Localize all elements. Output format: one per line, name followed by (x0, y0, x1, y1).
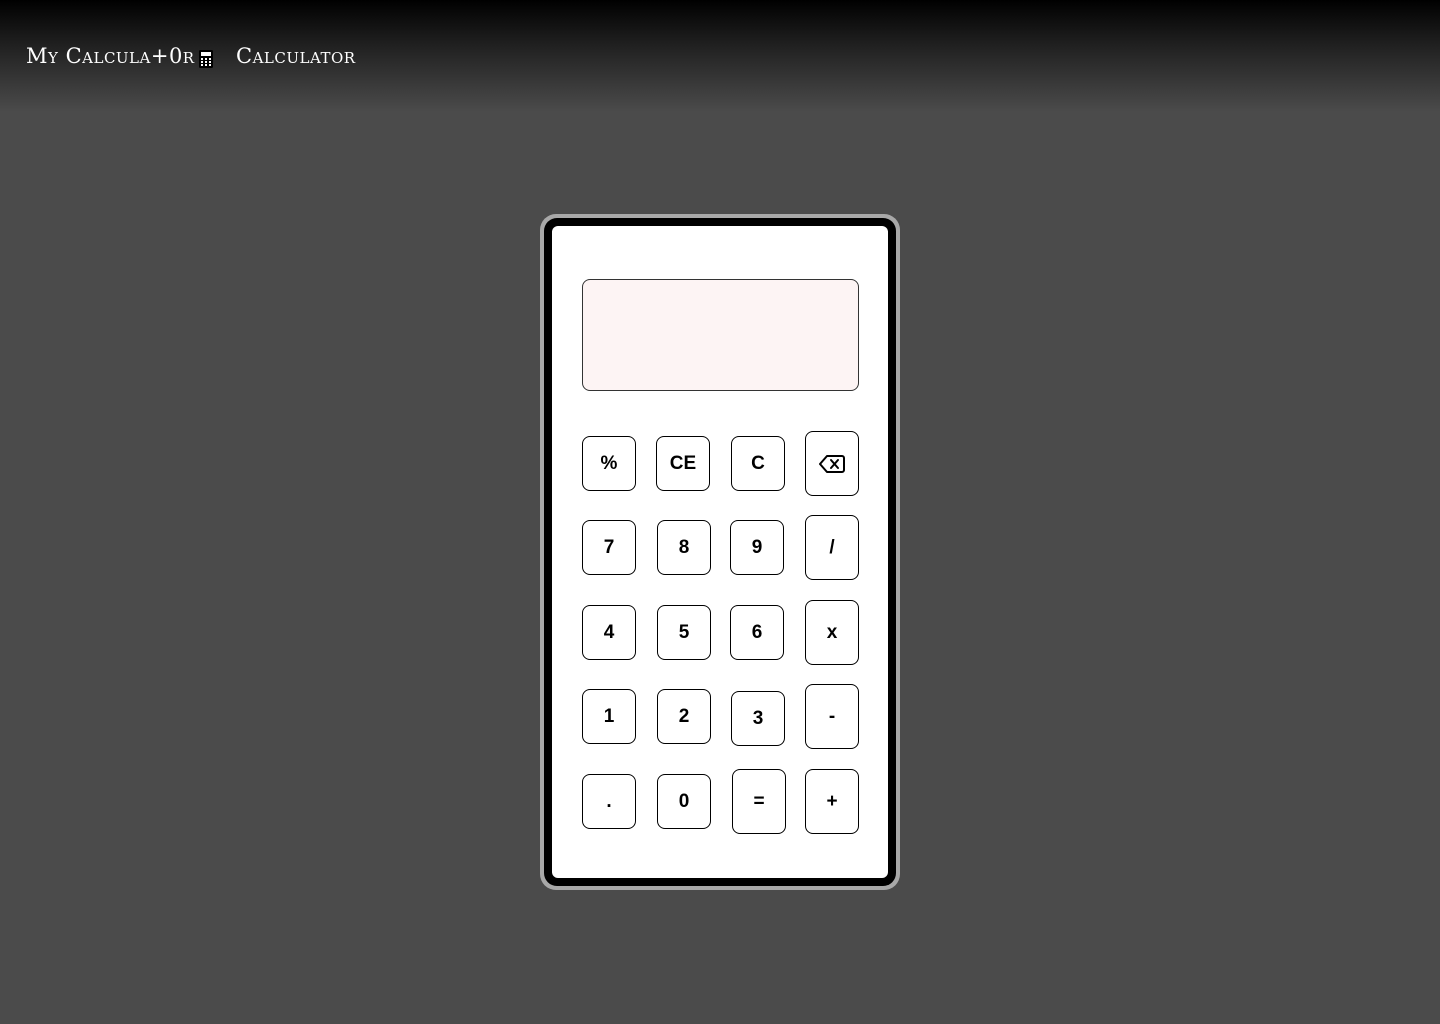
digit-2-button[interactable]: 2 (657, 689, 711, 744)
digit-6-button[interactable]: 6 (730, 605, 784, 660)
digit-7-button[interactable]: 7 (582, 520, 636, 575)
calculator-body: % CE C 7 8 9 / 4 5 6 x 1 2 3 - . 0 = + (552, 226, 888, 878)
digit-3-button[interactable]: 3 (731, 691, 785, 746)
minus-button[interactable]: - (805, 684, 859, 749)
brand[interactable]: My Calcula+0r (26, 44, 213, 68)
plus-button[interactable]: + (805, 769, 859, 834)
clear-button[interactable]: C (731, 436, 785, 491)
divide-button[interactable]: / (805, 515, 859, 580)
top-navigation-bar: My Calcula+0r Calculator (0, 0, 1440, 112)
backspace-icon (819, 454, 845, 474)
equals-button[interactable]: = (732, 769, 786, 834)
calculator-icon (198, 49, 213, 68)
digit-9-button[interactable]: 9 (730, 520, 784, 575)
brand-title: My Calcula+0r (26, 44, 195, 68)
backspace-button[interactable] (805, 431, 859, 496)
digit-5-button[interactable]: 5 (657, 605, 711, 660)
calculator-display[interactable] (582, 279, 859, 391)
nav-link-calculator[interactable]: Calculator (236, 44, 356, 68)
decimal-button[interactable]: . (582, 774, 636, 829)
calculator-frame: % CE C 7 8 9 / 4 5 6 x 1 2 3 - . 0 = + (540, 214, 900, 890)
digit-8-button[interactable]: 8 (657, 520, 711, 575)
digit-1-button[interactable]: 1 (582, 689, 636, 744)
digit-4-button[interactable]: 4 (582, 605, 636, 660)
calculator-bezel: % CE C 7 8 9 / 4 5 6 x 1 2 3 - . 0 = + (544, 218, 896, 886)
percent-button[interactable]: % (582, 436, 636, 491)
clear-entry-button[interactable]: CE (656, 436, 710, 491)
digit-0-button[interactable]: 0 (657, 774, 711, 829)
multiply-button[interactable]: x (805, 600, 859, 665)
